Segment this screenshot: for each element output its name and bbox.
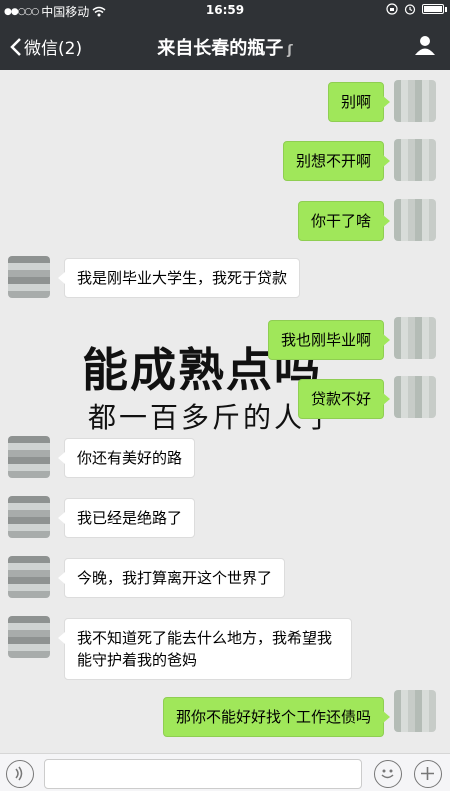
avatar[interactable] bbox=[394, 199, 436, 241]
avatar[interactable] bbox=[394, 317, 436, 359]
more-button[interactable] bbox=[414, 760, 442, 788]
battery-icon bbox=[422, 4, 447, 14]
message-bubble-received[interactable]: 今晚，我打算离开这个世界了 bbox=[57, 558, 286, 598]
message-bubble-sent[interactable]: 别啊 bbox=[327, 82, 391, 122]
nav-bar: 微信(2) 来自长春的瓶子 ʃ bbox=[0, 22, 450, 70]
status-bar: ●●○○○ 中国移动 16:59 bbox=[0, 0, 450, 22]
avatar[interactable] bbox=[394, 139, 436, 181]
message-input[interactable] bbox=[44, 759, 362, 789]
avatar[interactable] bbox=[394, 690, 436, 732]
voice-icon bbox=[15, 766, 23, 781]
input-bar bbox=[0, 753, 450, 791]
message-bubble-sent[interactable]: 你干了啥 bbox=[297, 201, 391, 241]
alarm-icon bbox=[404, 4, 416, 15]
emoji-icon bbox=[381, 769, 394, 779]
message-bubble-received[interactable]: 我不知道死了能去什么地方，我希望我能守护着我的爸妈 bbox=[58, 618, 352, 680]
message-bubble-sent[interactable]: 我也刚毕业啊 bbox=[267, 320, 391, 360]
plus-icon bbox=[421, 767, 434, 780]
avatar[interactable] bbox=[8, 436, 50, 478]
person-icon bbox=[415, 36, 435, 55]
avatar[interactable] bbox=[8, 256, 50, 298]
avatar[interactable] bbox=[394, 376, 436, 418]
voice-button[interactable] bbox=[6, 760, 34, 788]
chat-title: 来自长春的瓶子 ʃ bbox=[0, 34, 450, 60]
clock-time: 16:59 bbox=[205, 3, 245, 17]
status-right bbox=[386, 3, 447, 15]
message-bubble-sent[interactable]: 贷款不好 bbox=[297, 379, 391, 419]
rotation-lock-icon bbox=[386, 3, 398, 15]
avatar[interactable] bbox=[8, 556, 50, 598]
avatar[interactable] bbox=[394, 80, 436, 122]
earpiece-icon: ʃ bbox=[287, 43, 293, 58]
message-bubble-received[interactable]: 我已经是绝路了 bbox=[57, 498, 196, 538]
emoji-button[interactable] bbox=[374, 760, 402, 788]
message-bubble-sent[interactable]: 别想不开啊 bbox=[282, 141, 391, 181]
profile-button[interactable] bbox=[414, 34, 436, 60]
message-bubble-sent[interactable]: 那你不能好好找个工作还债吗 bbox=[162, 697, 391, 737]
chat-area[interactable]: 别啊 别想不开啊 你干了啥 我是刚毕业大学生，我死于贷款 能成熟点吗 都一百多斤… bbox=[0, 70, 450, 753]
avatar[interactable] bbox=[8, 496, 50, 538]
message-bubble-received[interactable]: 你还有美好的路 bbox=[57, 438, 196, 478]
message-bubble-received[interactable]: 我是刚毕业大学生，我死于贷款 bbox=[57, 258, 301, 298]
chat-title-text: 来自长春的瓶子 bbox=[157, 38, 284, 59]
avatar[interactable] bbox=[8, 616, 50, 658]
